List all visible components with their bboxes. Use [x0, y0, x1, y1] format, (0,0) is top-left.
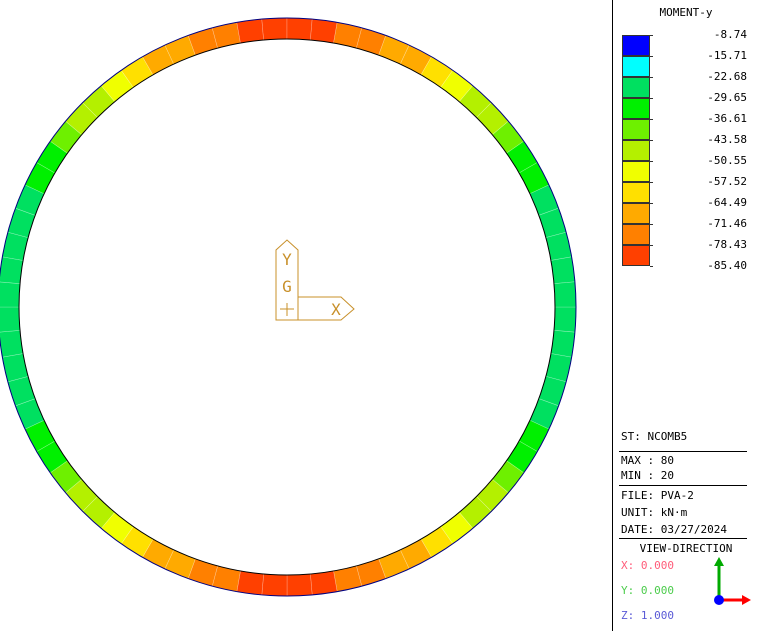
ring-segment — [261, 573, 288, 597]
legend-value: -50.55 — [707, 154, 747, 167]
legend-tick — [650, 140, 653, 141]
view-y-value: Y: 0.000 — [621, 584, 674, 597]
legend-swatch — [622, 161, 650, 182]
legend-swatch — [622, 245, 650, 266]
ring-segment — [261, 17, 288, 41]
legend-tick — [650, 77, 653, 78]
contour-canvas: Y G X — [0, 17, 577, 597]
file-label: FILE: PVA-2 — [621, 489, 694, 502]
ring-segment — [310, 570, 338, 596]
legend-value: -64.49 — [707, 196, 747, 209]
ring-segment — [286, 17, 313, 41]
legend-swatch — [622, 98, 650, 119]
triad-y-arrowhead — [714, 557, 724, 566]
legend-swatch — [622, 35, 650, 56]
legend-swatch — [622, 140, 650, 161]
separator — [619, 485, 747, 486]
legend-tick — [650, 224, 653, 225]
legend-swatch — [622, 182, 650, 203]
ring-segment — [286, 573, 313, 597]
ring-segment — [553, 281, 577, 308]
view-triad-icon — [714, 557, 751, 605]
separator — [619, 538, 747, 539]
legend-panel: MOMENT-y -8.74 -15.71 -22.68 -29.65 -36.61 -4… — [612, 0, 759, 631]
legend-tick — [650, 161, 653, 162]
triad-z-axis — [714, 595, 724, 605]
moment-contour-ring — [0, 17, 577, 597]
legend-swatch — [622, 203, 650, 224]
legend-tick — [650, 203, 653, 204]
legend-swatch — [622, 119, 650, 140]
legend-value: -22.68 — [707, 70, 747, 83]
ring-segment — [0, 330, 24, 358]
ring-segment — [0, 306, 21, 333]
unit-label: UNIT: kN·m — [621, 506, 688, 519]
legend-value: -71.46 — [707, 217, 747, 230]
date-label: DATE: 03/27/2024 — [621, 523, 727, 536]
legend-value: -36.61 — [707, 112, 747, 125]
legend-tick — [650, 119, 653, 120]
legend-tick — [650, 56, 653, 57]
ring-segment — [236, 18, 264, 44]
ring-segment — [550, 256, 576, 284]
legend-tick — [650, 35, 653, 36]
legend-tick — [650, 266, 653, 267]
legend-tick — [650, 182, 653, 183]
legend-value: -78.43 — [707, 238, 747, 251]
legend-value: -8.74 — [713, 28, 747, 41]
min-label: MIN : 20 — [621, 469, 674, 482]
view-x-value: X: 0.000 — [621, 559, 674, 572]
axis-label-y: Y — [282, 250, 292, 269]
model-viewport[interactable]: Y G X — [0, 0, 612, 631]
legend-swatch — [622, 224, 650, 245]
ring-segment — [0, 256, 24, 284]
legend-tick — [650, 98, 653, 99]
axis-label-x: X — [331, 300, 341, 319]
legend-swatch — [622, 56, 650, 77]
app-window: Y G X MOMENT-y -8.74 -15.71 -22.68 -29.65 -3… — [0, 0, 759, 631]
ring-segment — [0, 281, 21, 308]
legend-swatch — [622, 77, 650, 98]
legend-value: -43.58 — [707, 133, 747, 146]
view-direction-title: VIEW-DIRECTION — [639, 542, 733, 555]
legend-value: -15.71 — [707, 49, 747, 62]
legend-value: -29.65 — [707, 91, 747, 104]
legend-value: -85.40 — [707, 259, 747, 272]
view-z-value: Z: 1.000 — [621, 609, 674, 622]
ring-segment — [550, 330, 576, 358]
ring-segment — [236, 570, 264, 596]
ring-segment — [310, 18, 338, 44]
step-label: ST: NCOMB5 — [621, 430, 688, 443]
max-label: MAX : 80 — [621, 454, 674, 467]
legend-value: -57.52 — [707, 175, 747, 188]
triad-x-arrowhead — [742, 595, 751, 605]
legend-title: MOMENT-y — [659, 6, 713, 19]
separator — [619, 451, 747, 452]
ring-segment — [553, 306, 577, 333]
legend-tick — [650, 245, 653, 246]
axis-label-g: G — [282, 277, 292, 296]
